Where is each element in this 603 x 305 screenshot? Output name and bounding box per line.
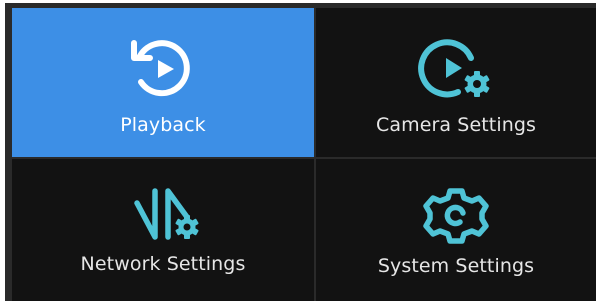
network-settings-label: Network Settings: [80, 253, 246, 275]
system-settings-label: System Settings: [377, 255, 535, 277]
network-settings-icon: [134, 188, 199, 240]
system-settings-icon: [423, 188, 489, 244]
menu-item-network-settings[interactable]: Network Settings: [12, 159, 314, 301]
camera-settings-icon: [418, 39, 490, 98]
main-menu-grid: Playback Camera Settings Network Setting…: [5, 3, 596, 301]
menu-item-camera-settings[interactable]: Camera Settings: [316, 8, 596, 157]
playback-label: Playback: [120, 114, 206, 136]
menu-item-system-settings[interactable]: System Settings: [316, 159, 596, 301]
playback-icon: [131, 40, 190, 97]
menu-item-playback[interactable]: Playback: [12, 8, 314, 157]
camera-settings-label: Camera Settings: [375, 114, 537, 136]
